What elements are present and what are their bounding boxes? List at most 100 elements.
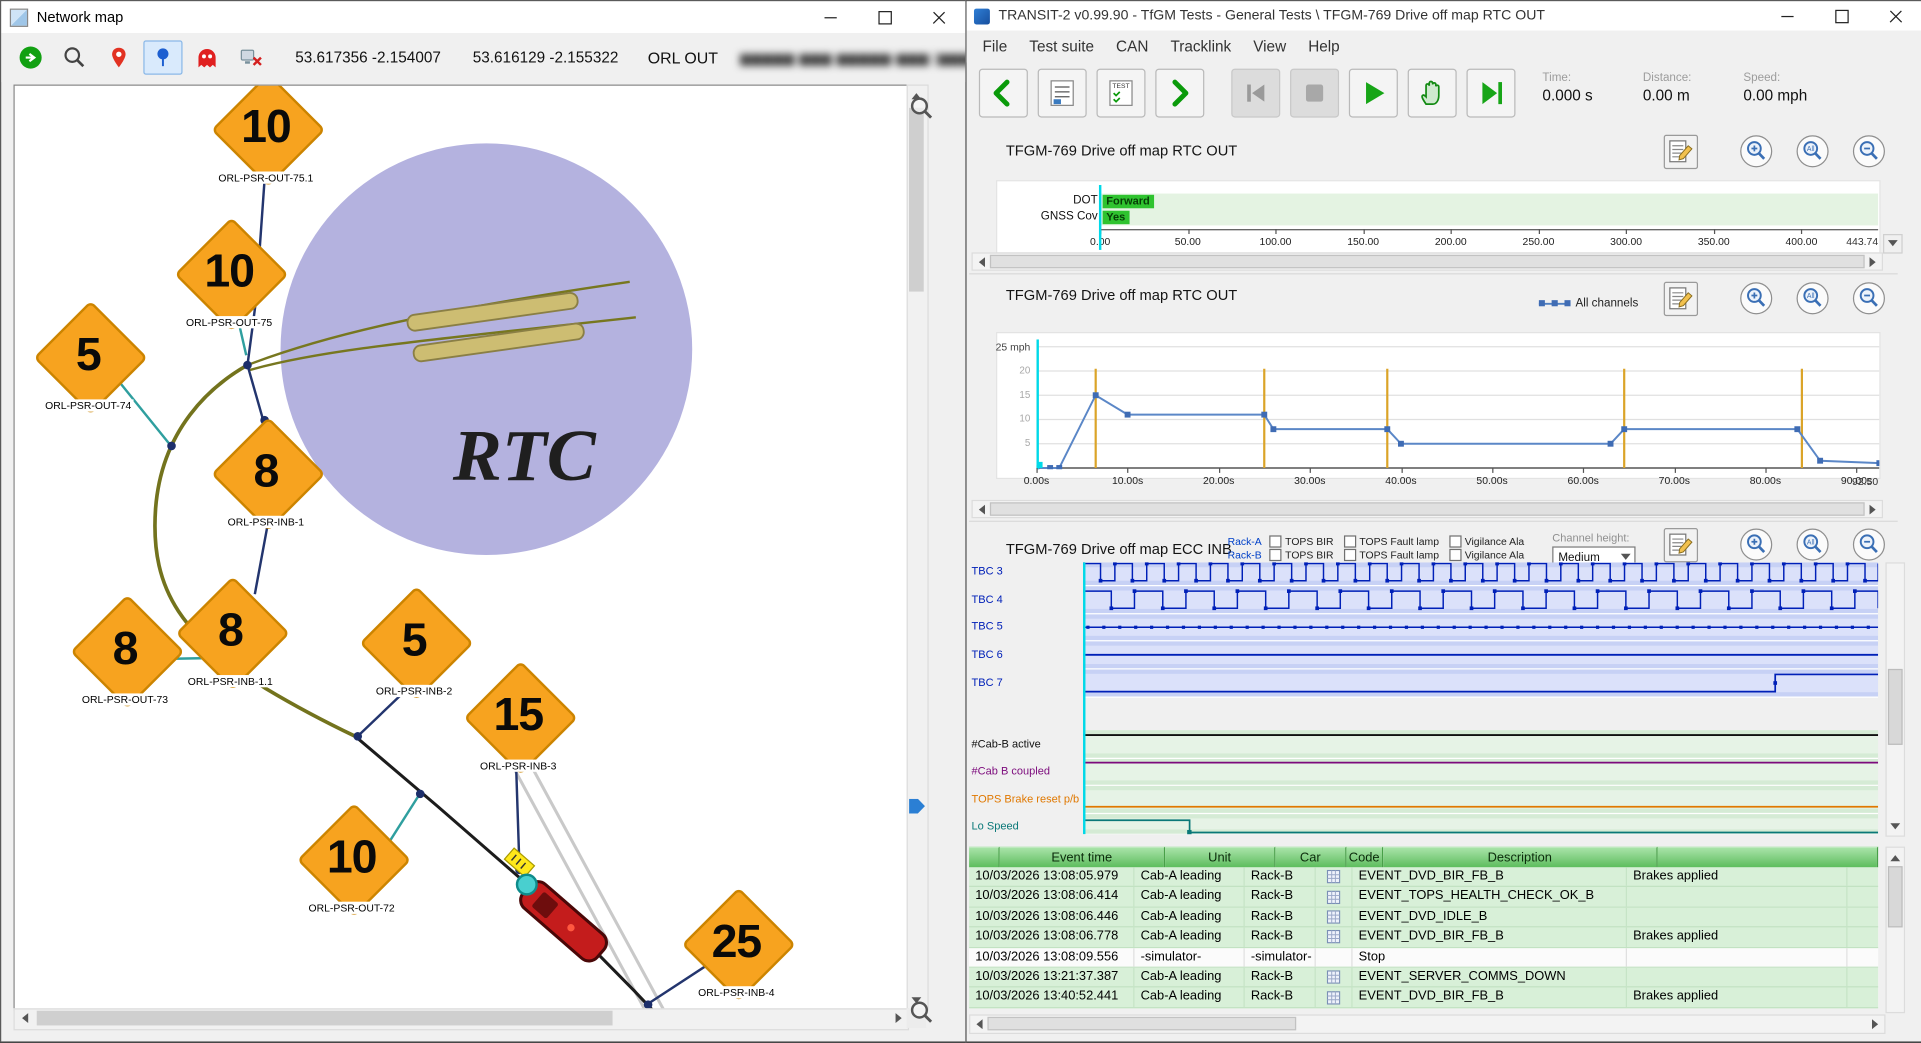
scrollbar-thumb[interactable] [1888,866,1903,927]
minimize-button[interactable] [1761,1,1815,30]
table-row[interactable]: 3610/03/2026 13:08:06.414Cab-A leadingRa… [969,887,1878,907]
map-canvas[interactable]: RTC [13,85,909,1011]
digital-channels-plot[interactable] [1083,562,1878,834]
checkbox-tops-bir[interactable]: TOPS BIR [1269,548,1333,560]
edit-display-button[interactable] [1664,282,1698,316]
scroll-right-button[interactable] [1866,254,1882,270]
train-tracker-button[interactable] [187,40,226,74]
zoom-all-button[interactable]: All [1796,528,1829,561]
table-vertical-scrollbar[interactable] [1885,847,1905,1014]
forward-button[interactable] [1155,69,1204,118]
checkbox[interactable] [1343,535,1355,547]
checkbox[interactable] [1343,548,1355,560]
table-header-cell[interactable] [1658,847,1879,868]
hold-hand-button[interactable] [1408,69,1457,118]
table-row[interactable]: 3910/03/2026 13:08:09.556-simulator--sim… [969,948,1878,968]
panel3-vertical-scrollbar[interactable] [1885,562,1905,836]
checkbox-vigilance-ala[interactable]: Vigilance Ala [1449,548,1524,560]
table-row[interactable]: 3810/03/2026 13:08:06.778Cab-A leadingRa… [969,928,1878,948]
maximize-button[interactable] [858,1,912,33]
test-list-button[interactable] [1038,69,1087,118]
close-button[interactable] [1868,1,1921,30]
zoom-in-button[interactable] [1740,528,1773,561]
menu-item-can[interactable]: CAN [1105,34,1159,59]
stop-button[interactable] [1290,69,1339,118]
zoom-all-button[interactable]: All [1796,135,1829,168]
menu-item-view[interactable]: View [1242,34,1297,59]
cursor-line[interactable] [1099,185,1101,250]
table-header-cell[interactable] [969,847,1000,868]
menu-item-file[interactable]: File [972,34,1019,59]
menu-item-tracklink[interactable]: Tracklink [1159,34,1242,59]
table-row[interactable]: 4010/03/2026 13:21:37.387Cab-A leadingRa… [969,968,1878,988]
menu-item-help[interactable]: Help [1297,34,1351,59]
location-pin-button[interactable] [99,40,138,74]
checkbox-tops-fault-lamp[interactable]: TOPS Fault lamp [1343,535,1439,547]
skip-to-start-button[interactable] [1231,69,1280,118]
maximize-button[interactable] [1814,1,1868,30]
channel-label: TBC 6 [972,647,1082,659]
scrollbar-thumb[interactable] [37,1011,613,1026]
zoom-out-button[interactable] [1852,282,1885,315]
scroll-down-button[interactable] [1887,818,1904,835]
menu-item-test-suite[interactable]: Test suite [1018,34,1105,59]
map-vertical-scrollbar[interactable] [907,85,929,1011]
disconnect-button[interactable] [232,40,271,74]
table-row[interactable]: 4110/03/2026 13:40:52.441Cab-A leadingRa… [969,988,1878,1008]
panel2-horizontal-scrollbar[interactable] [972,500,1883,518]
edit-display-button[interactable] [1664,135,1698,169]
edit-display-button[interactable] [1664,528,1698,562]
table-horizontal-scrollbar[interactable] [969,1014,1885,1034]
scroll-right-button[interactable] [1868,1016,1884,1032]
checkbox[interactable] [1269,535,1281,547]
table-row[interactable]: 3710/03/2026 13:08:06.446Cab-A leadingRa… [969,908,1878,928]
checkbox[interactable] [1269,548,1281,560]
map-zoom-top-button[interactable] [905,92,937,124]
speed-chart-plot[interactable] [1036,339,1879,469]
checkbox-vigilance-ala[interactable]: Vigilance Ala [1449,535,1524,547]
table-header-cell[interactable]: Car [1275,847,1346,868]
zoom-in-button[interactable] [1740,135,1773,168]
test-sheet-button[interactable]: TEST [1096,69,1145,118]
follow-train-button[interactable] [11,40,50,74]
pushpin-button[interactable] [143,40,182,74]
back-button[interactable] [979,69,1028,118]
play-to-end-button[interactable] [1466,69,1515,118]
play-button[interactable] [1349,69,1398,118]
checkbox-tops-fault-lamp[interactable]: TOPS Fault lamp [1343,548,1439,560]
zoom-out-button[interactable] [1852,135,1885,168]
map-zoom-bottom-button[interactable] [905,996,937,1028]
minimize-button[interactable] [804,1,858,33]
zoom-tool-button[interactable] [55,40,94,74]
checkbox[interactable] [1449,548,1461,560]
zoom-in-button[interactable] [1740,282,1773,315]
panel1-horizontal-scrollbar[interactable] [972,252,1883,270]
scroll-left-button[interactable] [973,254,989,270]
scroll-up-button[interactable] [1887,848,1904,865]
scrollbar-thumb[interactable] [909,108,924,292]
scroll-left-button[interactable] [973,501,989,517]
titlebar[interactable]: Network map [1,1,965,33]
table-row[interactable]: 3510/03/2026 13:08:05.979Cab-A leadingRa… [969,867,1878,887]
table-header-cell[interactable]: Code [1346,847,1383,868]
scrollbar-thumb[interactable] [990,255,1865,268]
scroll-left-button[interactable] [970,1016,986,1032]
map-horizontal-scrollbar[interactable] [13,1008,909,1030]
scrollbar-thumb[interactable] [1888,669,1903,745]
zoom-all-button[interactable]: All [1796,282,1829,315]
legend-label[interactable]: All channels [1576,296,1639,309]
table-header-cell[interactable]: Description [1383,847,1657,868]
scroll-right-button[interactable] [1866,501,1882,517]
event-table: 3510/03/2026 13:08:05.979Cab-A leadingRa… [969,867,1878,1008]
zoom-out-button[interactable] [1852,528,1885,561]
table-header-cell[interactable]: Event time [1000,847,1165,868]
scrollbar-thumb[interactable] [987,1017,1296,1030]
titlebar[interactable]: TRANSIT-2 v0.99.90 - TfGM Tests - Genera… [967,1,1921,30]
checkbox[interactable] [1449,535,1461,547]
panel1-scroll-down-button[interactable] [1883,234,1903,254]
checkbox-tops-bir[interactable]: TOPS BIR [1269,535,1333,547]
close-button[interactable] [911,1,965,33]
scroll-left-button[interactable] [15,1010,32,1027]
scrollbar-thumb[interactable] [990,502,1865,515]
table-header-cell[interactable]: Unit [1165,847,1275,868]
